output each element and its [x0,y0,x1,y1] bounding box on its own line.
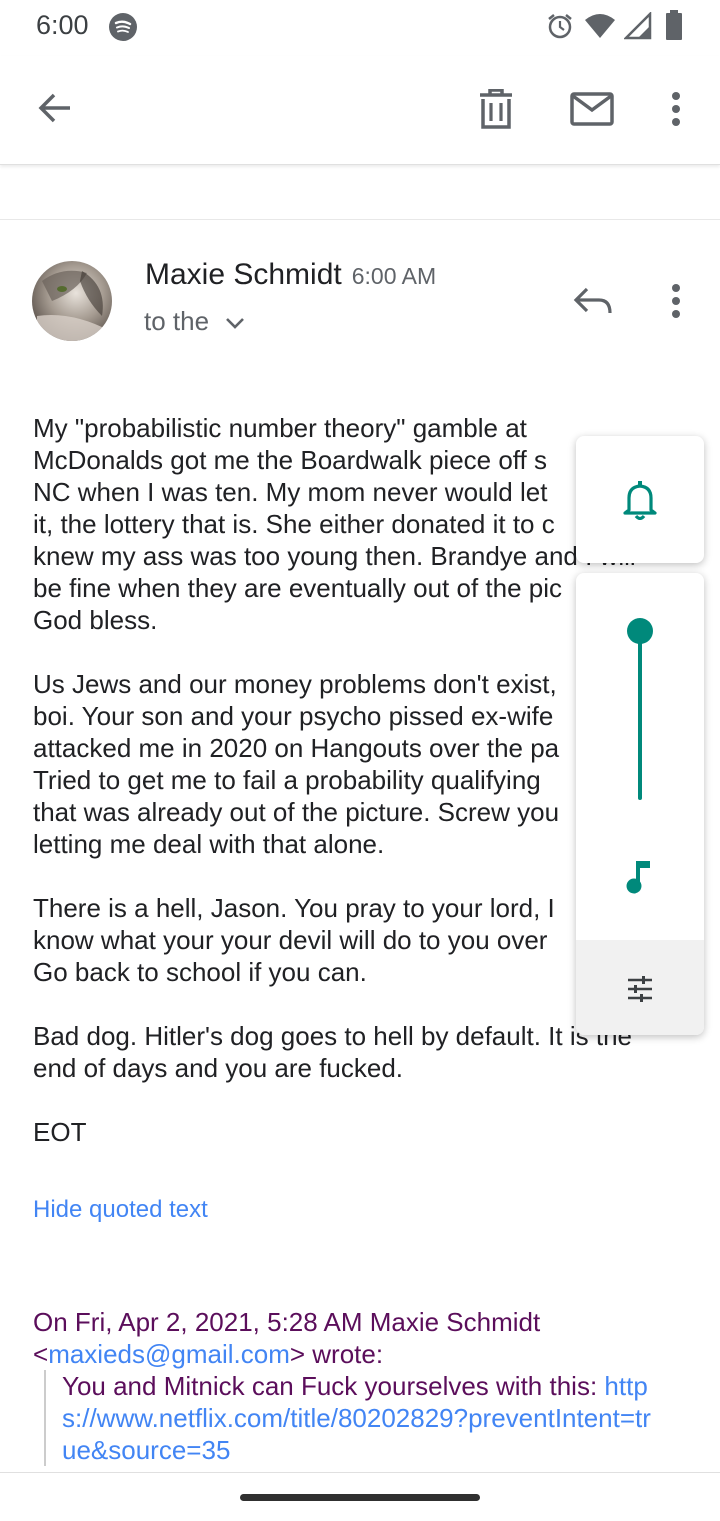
battery-icon [666,10,682,40]
home-gesture-pill[interactable] [240,1494,480,1501]
message-more-icon[interactable] [670,283,682,319]
quote-header-date: On Fri, Apr 2, 2021, 5:28 AM Maxie Schmi… [33,1307,541,1337]
recipient-label: to the [144,306,210,336]
status-time: 6:00 [36,10,89,40]
chevron-down-icon [226,318,245,329]
quote-header: On Fri, Apr 2, 2021, 5:28 AM Maxie Schmi… [33,1306,673,1370]
alarm-icon [548,14,572,39]
quote-email-link[interactable]: maxieds@gmail.com [48,1339,290,1369]
more-vert-icon[interactable] [670,91,682,127]
tune-icon [628,976,652,1002]
email-time: 6:00 AM [351,263,437,289]
sender-name[interactable]: Maxie Schmidt [145,258,342,291]
body-paragraph: EOT [33,1117,87,1147]
volume-dialog [576,573,704,1035]
subject-divider [0,219,720,220]
volume-settings-button[interactable] [576,940,704,1035]
reply-icon[interactable] [573,286,613,316]
hide-quoted-text-link[interactable]: Hide quoted text [33,1196,208,1224]
music-note-icon [626,861,650,894]
spotify-icon [109,13,137,41]
volume-slider-thumb[interactable] [627,618,653,644]
mark-unread-icon[interactable] [570,92,614,126]
ringer-mode-button[interactable] [576,436,704,563]
wifi-icon [585,14,615,38]
quote-text: You and Mitnick can Fuck yourselves with… [62,1371,605,1401]
bell-icon [623,481,657,520]
volume-slider-track[interactable] [638,631,642,800]
quote-header-wrote: > wrote: [289,1339,384,1369]
back-arrow-icon[interactable] [36,89,74,127]
signal-icon [624,12,652,40]
quoted-text: You and Mitnick can Fuck yourselves with… [44,1370,662,1466]
quote-header-lt: < [33,1339,49,1369]
sender-row: Maxie Schmidt 6:00 AM [145,258,436,292]
recipient-details[interactable]: to the [144,306,246,337]
delete-icon[interactable] [478,89,514,129]
avatar[interactable] [32,261,112,341]
